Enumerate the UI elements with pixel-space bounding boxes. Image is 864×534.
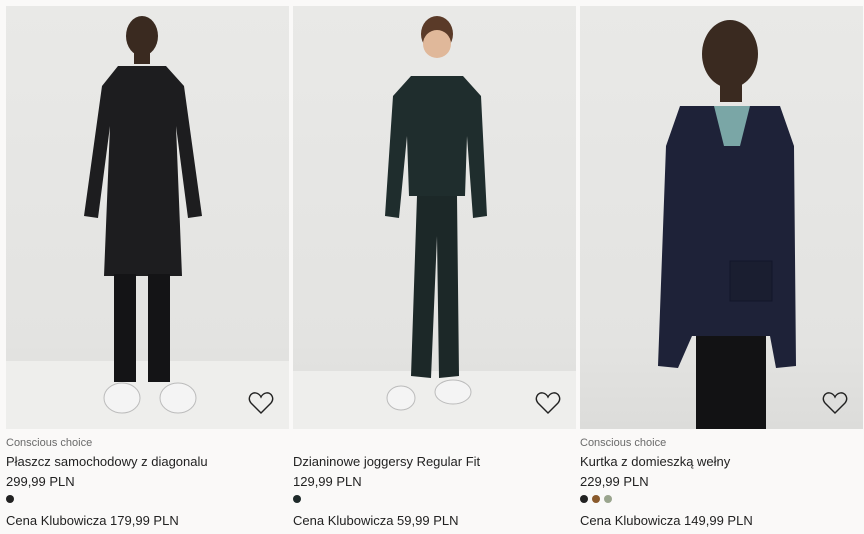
color-swatches — [580, 495, 612, 503]
product-info: Conscious choice Kurtka z domieszką wełn… — [580, 429, 863, 534]
color-swatches — [6, 495, 14, 503]
color-swatches — [293, 495, 301, 503]
product-card[interactable]: Dzianinowe joggersy Regular Fit 129,99 P… — [293, 6, 576, 534]
conscious-badge: Conscious choice — [6, 437, 93, 449]
color-swatch[interactable] — [580, 495, 588, 503]
club-price: Cena Klubowicza 149,99 PLN — [580, 513, 753, 528]
product-price: 129,99 PLN — [293, 474, 362, 489]
favorite-heart-icon[interactable] — [822, 391, 848, 415]
product-image[interactable] — [6, 6, 289, 429]
product-image[interactable] — [293, 6, 576, 429]
product-info: Conscious choice Płaszcz samochodowy z d… — [6, 429, 289, 534]
product-info: Dzianinowe joggersy Regular Fit 129,99 P… — [293, 429, 576, 534]
color-swatch[interactable] — [592, 495, 600, 503]
product-title[interactable]: Kurtka z domieszką wełny — [580, 454, 730, 469]
favorite-heart-icon[interactable] — [535, 391, 561, 415]
color-swatch[interactable] — [6, 495, 14, 503]
favorite-heart-icon[interactable] — [248, 391, 274, 415]
club-price: Cena Klubowicza 59,99 PLN — [293, 513, 459, 528]
product-image[interactable] — [580, 6, 863, 429]
product-grid: Conscious choice Płaszcz samochodowy z d… — [0, 0, 864, 534]
color-swatch[interactable] — [604, 495, 612, 503]
product-card[interactable]: Conscious choice Kurtka z domieszką wełn… — [580, 6, 863, 534]
product-title[interactable]: Płaszcz samochodowy z diagonalu — [6, 454, 208, 469]
product-price: 229,99 PLN — [580, 474, 649, 489]
product-card[interactable]: Conscious choice Płaszcz samochodowy z d… — [6, 6, 289, 534]
product-title[interactable]: Dzianinowe joggersy Regular Fit — [293, 454, 480, 469]
club-price: Cena Klubowicza 179,99 PLN — [6, 513, 179, 528]
conscious-badge: Conscious choice — [580, 437, 667, 449]
product-price: 299,99 PLN — [6, 474, 75, 489]
color-swatch[interactable] — [293, 495, 301, 503]
